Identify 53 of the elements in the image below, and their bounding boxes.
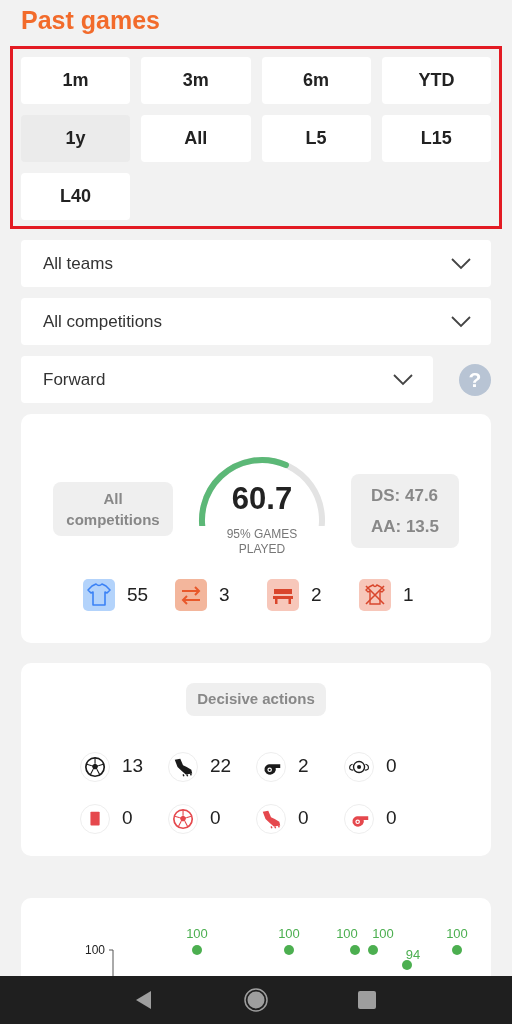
period-button[interactable]: 1m (21, 57, 131, 104)
period-button[interactable]: YTD (381, 57, 491, 104)
data-point (284, 944, 294, 955)
data-point (368, 944, 378, 955)
stat-count: 1 (403, 582, 415, 607)
data-point (452, 944, 462, 955)
data-label: 100 (336, 925, 358, 941)
score-value: 60.7 (230, 482, 294, 516)
aa-score: AA: 13.5 (370, 516, 439, 538)
y-axis (108, 949, 114, 976)
chevron-down-icon (451, 257, 471, 270)
data-point (192, 944, 202, 955)
dropdown[interactable]: Forward (21, 356, 433, 403)
stat-count: 2 (311, 582, 323, 607)
action-count: 2 (298, 754, 309, 779)
bench-icon (267, 579, 299, 611)
action-count: 0 (122, 806, 133, 831)
swap-arrows-icon (175, 579, 207, 611)
data-point (350, 944, 360, 955)
dropdown[interactable]: All competitions (21, 298, 491, 345)
crossed-shirt-icon (359, 579, 391, 611)
section-title: Decisive actions (186, 683, 326, 716)
competition-label: All competitions (53, 482, 173, 536)
action-count: 0 (386, 754, 397, 779)
data-label: 100 (446, 925, 468, 941)
period-button[interactable]: L5 (261, 115, 371, 162)
period-button[interactable]: 3m (141, 57, 251, 104)
data-point (402, 959, 412, 970)
axis-tick-label: 100 (84, 942, 105, 957)
action-count: 22 (210, 754, 232, 779)
page-title: Past games (21, 5, 161, 36)
home-icon[interactable] (243, 987, 269, 1013)
ds-score: DS: 47.6 (370, 485, 439, 507)
period-button[interactable]: All (141, 115, 251, 162)
period-button[interactable]: L15 (381, 115, 491, 162)
chevron-down-icon (451, 315, 471, 328)
action-count: 13 (122, 754, 144, 779)
data-label: 100 (372, 925, 394, 941)
period-button[interactable]: 1y (21, 115, 131, 162)
chevron-down-icon (393, 373, 413, 386)
action-count: 0 (298, 806, 309, 831)
dropdown[interactable]: All teams (21, 240, 491, 287)
games-played-caption: 95% GAMES PLAYED (225, 527, 299, 557)
action-count: 0 (210, 806, 221, 831)
stat-count: 3 (219, 582, 231, 607)
action-count: 0 (386, 806, 397, 831)
period-button[interactable]: L40 (21, 173, 131, 220)
data-label: 94 (405, 946, 421, 962)
shirt-icon (83, 579, 115, 611)
period-button[interactable]: 6m (261, 57, 371, 104)
data-label: 100 (278, 925, 300, 941)
data-label: 100 (186, 925, 208, 941)
stat-count: 55 (127, 582, 150, 607)
